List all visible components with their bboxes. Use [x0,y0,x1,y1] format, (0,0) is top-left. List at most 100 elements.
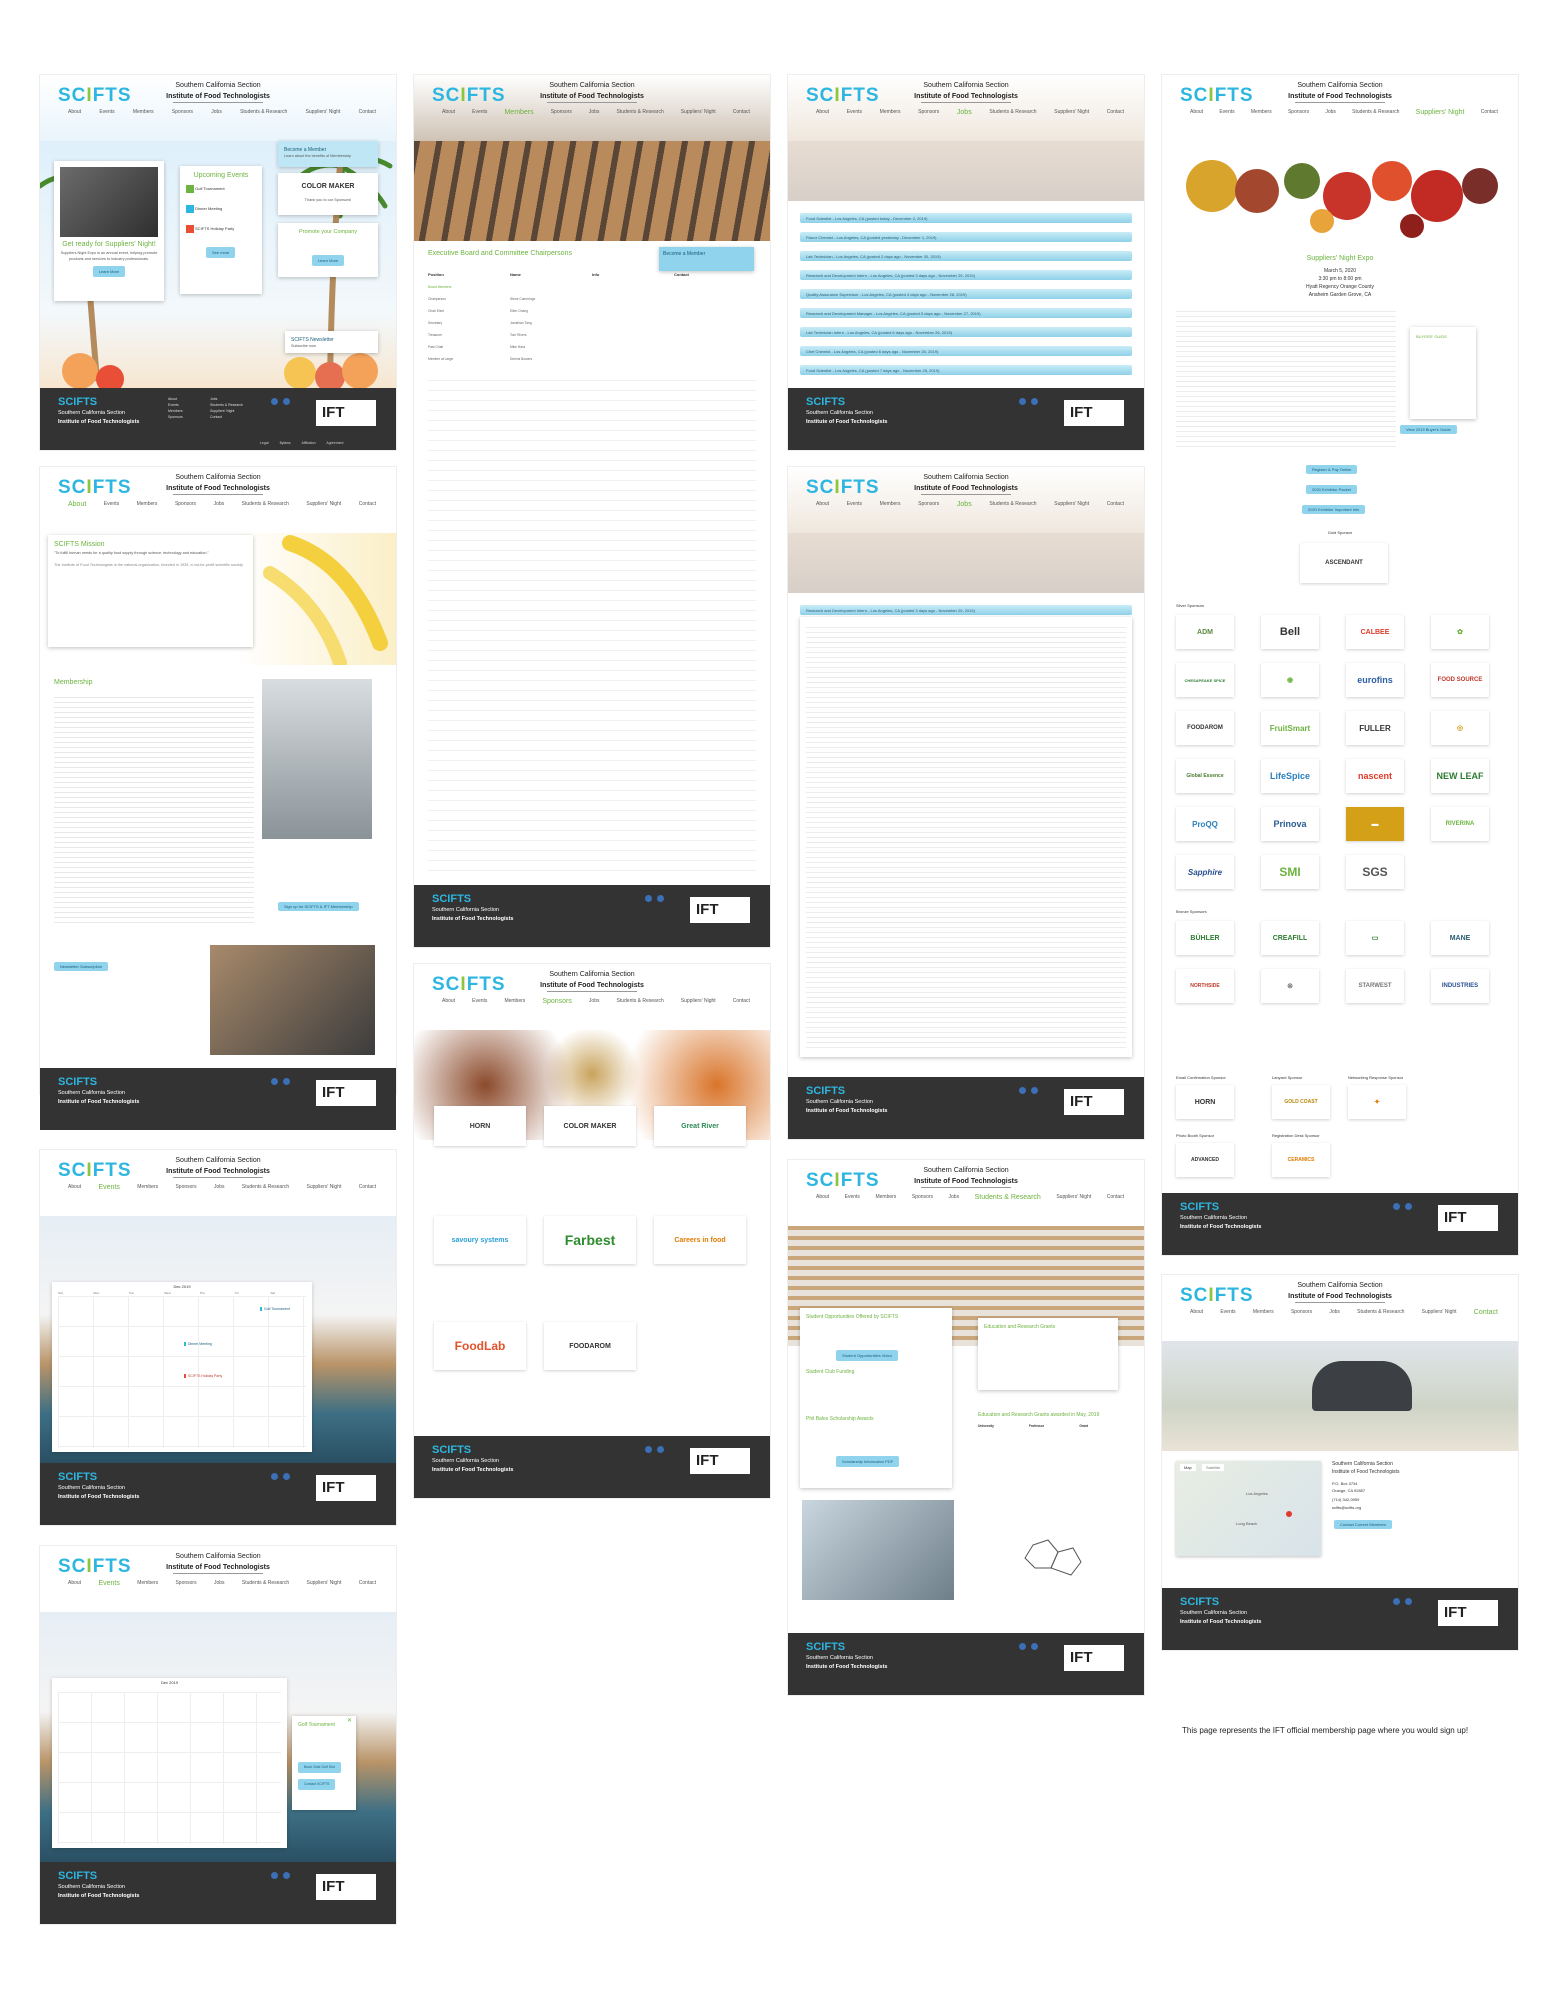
newsletter-card[interactable]: SCIFTS Newsletter Subscribe now [285,331,378,353]
sponsor-logo[interactable]: ◎ [1431,711,1489,745]
become-member-button[interactable]: Become a Member [659,247,754,271]
sponsor-logo[interactable]: RIVERINA [1431,807,1489,841]
job-listing[interactable]: Research and Development Manager - Los A… [800,308,1132,318]
sponsor-logo[interactable]: MANE [1431,921,1489,955]
job-listing[interactable]: Flavor Chemist - Los Angeles, CA (posted… [800,232,1132,242]
become-member-card[interactable]: Become a Member Learn about the benefits… [278,141,378,167]
google-map[interactable]: Map Satellite Los Angeles Long Beach [1176,1461,1321,1556]
color-maker-logo[interactable]: COLOR MAKER [284,183,372,190]
membership-signup-button[interactable]: Sign up for SCIFTS & IFT Membership [278,902,359,911]
learn-more-button[interactable]: Learn More [92,266,126,277]
ift-logo[interactable]: IFT [316,1080,376,1106]
job-listing[interactable]: Food Scientist - Los Angeles, CA (posted… [800,213,1132,223]
register-button[interactable]: Register & Pay Online [1306,465,1358,474]
nav-students[interactable]: Students & Research [240,109,287,115]
facebook-icon[interactable] [645,895,652,902]
sponsor-logo[interactable]: GOLD COAST [1272,1085,1330,1119]
linkedin-icon[interactable] [657,895,664,902]
gold-sponsor-logo[interactable]: ASCENDANT [1300,543,1388,583]
sponsor-logo[interactable]: ProQQ [1176,807,1234,841]
sponsor-logo[interactable]: NEW LEAF [1431,759,1489,793]
sponsor-logo[interactable]: Prinova [1261,807,1319,841]
sponsor-logo[interactable]: STARWEST [1346,969,1404,1003]
sponsor-logo[interactable]: BÜHLER [1176,921,1234,955]
sponsor-logo-foodarom[interactable]: FOODAROM [544,1322,636,1370]
nav-suppliers[interactable]: Suppliers' Night [306,501,341,508]
sponsor-logo[interactable]: Sapphire [1176,855,1234,889]
sponsor-logo-greatriver[interactable]: Great River [654,1106,746,1146]
promote-learn-more-button[interactable]: Learn More [311,255,345,266]
job-listing[interactable]: Food Scientist - Los Angeles, CA (posted… [800,365,1132,375]
sponsor-logo[interactable]: CERAMICS [1272,1143,1330,1177]
footer-legal-links[interactable]: Legal Bylaws Affiliation Agreement [260,441,343,445]
footer-logo[interactable]: SCIFTS [58,396,97,408]
sponsor-logo[interactable]: HORN [1176,1085,1234,1119]
see-more-button[interactable]: See more [206,247,236,258]
sponsor-logo[interactable]: FOOD SOURCE [1431,663,1489,697]
footer-links[interactable]: About Events Members Sponsors [168,396,183,420]
sponsor-logo[interactable]: ⊗ [1261,969,1319,1003]
sponsor-logo[interactable]: ADVANCED [1176,1143,1234,1177]
sponsor-logo[interactable]: FOODAROM [1176,711,1234,745]
sponsor-logo[interactable]: FULLER [1346,711,1404,745]
contact-scifts-button[interactable]: Contact SCIFTS [298,1779,336,1790]
map-pin-icon[interactable] [1286,1511,1292,1517]
linkedin-icon[interactable] [283,1078,290,1085]
sponsor-logo[interactable]: Global Essence [1176,759,1234,793]
exhibitor-info-button[interactable]: 2020 Exhibitor Important Info [1302,505,1366,514]
sponsor-logo-careers[interactable]: Careers in food [654,1216,746,1264]
sponsor-logo[interactable]: LifeSpice [1261,759,1319,793]
sponsor-logo[interactable]: CREAFILL [1261,921,1319,955]
book-golf-button[interactable]: Book Gold Golf Slot [298,1762,341,1773]
linkedin-icon[interactable] [1031,1087,1038,1094]
event-item[interactable]: SCIFTS Holiday Party [186,225,256,233]
nav-jobs[interactable]: Jobs [214,501,225,508]
nav-sponsors[interactable]: Sponsors [172,109,193,115]
contact-members-button[interactable]: Contact Current Members [1334,1520,1393,1529]
sponsor-logo[interactable]: CALBEE [1346,615,1404,649]
nav-jobs[interactable]: Jobs [211,109,222,115]
job-detail-header[interactable]: Research and Development Intern - Los An… [800,605,1132,615]
nav-suppliers[interactable]: Suppliers' Night [306,109,341,115]
calendar-event-golf[interactable]: Golf Tournament [260,1307,290,1311]
nav-sponsors[interactable]: Sponsors [175,501,196,508]
sponsor-logo[interactable]: NORTHSIDE [1176,969,1234,1003]
facebook-icon[interactable] [1019,1087,1026,1094]
linkedin-icon[interactable] [1405,1203,1412,1210]
close-icon[interactable]: ✕ [347,1718,352,1725]
nav-students[interactable]: Students & Research [242,501,289,508]
nav-events[interactable]: Events [99,109,114,115]
sponsor-logo-horn[interactable]: HORN [434,1106,526,1146]
sponsor-logo[interactable]: ✿ [1431,615,1489,649]
event-item[interactable]: Dinner Meeting [186,205,256,213]
sponsor-logo[interactable]: SMI [1261,855,1319,889]
sponsor-logo[interactable]: FruitSmart [1261,711,1319,745]
linkedin-icon[interactable] [283,1872,290,1879]
student-video-button[interactable]: Student Opportunities Video [836,1350,898,1361]
facebook-icon[interactable] [1393,1203,1400,1210]
event-calendar[interactable]: Dec 2019 Sun Mon Tue Wed Thu Fri Sat Golf Tour… [52,1282,312,1452]
job-listing[interactable]: Chef Chemist - Los Angeles, CA (posted 6… [800,346,1132,356]
satellite-tab[interactable]: Satellite [1202,1464,1225,1471]
sponsor-logo[interactable]: ADM [1176,615,1234,649]
contact-email[interactable]: scifts@scifts.org [1332,1505,1361,1510]
facebook-icon[interactable] [645,1446,652,1453]
sponsor-logo[interactable]: nascent [1346,759,1404,793]
newsletter-subscription-button[interactable]: Newsletter Subscription [54,962,109,971]
nav-members[interactable]: Members [133,109,154,115]
job-listing[interactable]: Lab Technician Intern - Los Angeles, CA … [800,327,1132,337]
ift-logo[interactable]: IFT [316,400,376,426]
nav-contact[interactable]: Contact [359,501,376,508]
linkedin-icon[interactable] [1031,1643,1038,1650]
facebook-icon[interactable] [271,1473,278,1480]
sponsor-logo[interactable]: ▭ [1346,921,1404,955]
nav-members[interactable]: Members [137,501,158,508]
sponsor-logo-foodlab[interactable]: FoodLab [434,1322,526,1370]
job-listing[interactable]: Research and Development Intern - Los An… [800,270,1132,280]
linkedin-icon[interactable] [283,1473,290,1480]
facebook-icon[interactable] [271,398,278,405]
footer-links-2[interactable]: Jobs Students & Research Suppliers' Night C… [210,396,243,420]
sponsor-logo[interactable]: ▬ [1346,807,1404,841]
linkedin-icon[interactable] [1405,1598,1412,1605]
facebook-icon[interactable] [1019,1643,1026,1650]
